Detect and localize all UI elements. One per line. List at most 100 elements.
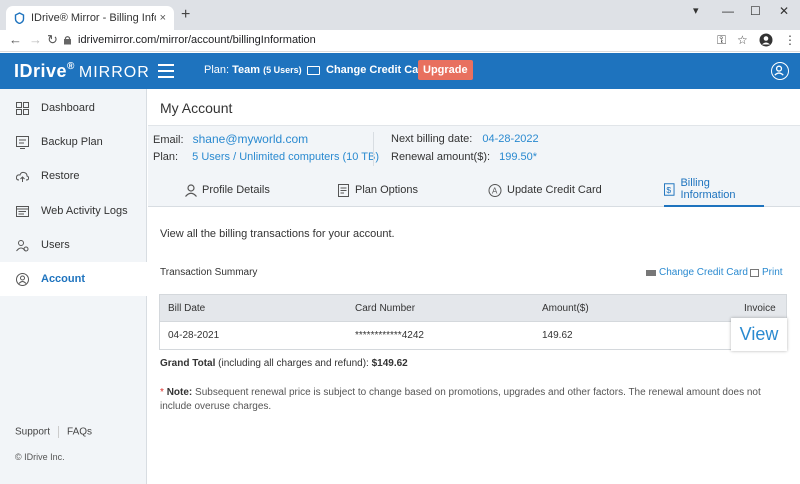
sidebar-item-users[interactable]: Users <box>0 228 147 262</box>
browser-address-bar: ← → ↻ idrivemirror.com/mirror/account/bi… <box>0 30 800 52</box>
print-link-label: Print <box>762 267 783 278</box>
grand-total-note: (including all charges and refund): <box>215 358 372 369</box>
logo-registered: ® <box>67 61 75 72</box>
header-plan-value: Team <box>232 64 261 76</box>
logo-text: IDrive <box>14 61 68 81</box>
svg-text:$: $ <box>666 184 671 194</box>
credit-card-icon <box>646 269 656 276</box>
sidebar-item-label: Users <box>41 239 70 251</box>
window-minimize-icon[interactable]: — <box>722 4 734 18</box>
dashboard-icon <box>16 101 29 115</box>
plan-options-icon <box>338 183 349 197</box>
change-credit-card-link[interactable]: Change Credit Card <box>646 267 748 278</box>
tab-plan-options[interactable]: Plan Options <box>338 173 418 207</box>
header-plan-label: Plan: <box>204 64 230 76</box>
grand-total-label: Grand Total <box>160 358 216 369</box>
tab-label: Plan Options <box>355 184 418 196</box>
sidebar-item-backup-plan[interactable]: Backup Plan <box>0 125 147 159</box>
page-title: My Account <box>160 100 233 116</box>
copyright: © IDrive Inc. <box>15 452 65 462</box>
grand-total: Grand Total (including all charges and r… <box>160 358 408 369</box>
tab-label: Update Credit Card <box>507 184 602 196</box>
header-card-number: Card Number <box>355 303 416 314</box>
sidebar-item-account[interactable]: Account <box>0 262 147 296</box>
url-input[interactable]: idrivemirror.com/mirror/account/billingI… <box>78 34 316 46</box>
main-content: My Account Email: shane@myworld.com Plan… <box>148 89 800 484</box>
support-link[interactable]: Support <box>15 427 50 438</box>
sidebar-item-dashboard[interactable]: Dashboard <box>0 91 147 125</box>
lock-icon <box>64 36 71 45</box>
sidebar-item-label: Dashboard <box>41 102 95 114</box>
browser-tab-title: IDrive® Mirror - Billing Information <box>31 12 156 24</box>
amount-cell: 149.62 <box>542 330 573 341</box>
faqs-link[interactable]: FAQs <box>67 427 92 438</box>
update-credit-card-icon: A <box>488 183 502 197</box>
header-bill-date: Bill Date <box>168 303 206 314</box>
hamburger-menu-icon[interactable] <box>158 64 174 78</box>
users-icon <box>16 239 29 251</box>
upgrade-button[interactable]: Upgrade <box>418 60 473 80</box>
sidebar-item-label: Restore <box>41 170 80 182</box>
renewal-value: 199.50* <box>499 151 538 163</box>
sidebar-item-label: Backup Plan <box>41 136 103 148</box>
backup-plan-icon <box>16 135 29 149</box>
grand-total-value: $149.62 <box>371 358 408 369</box>
window-close-icon[interactable]: ✕ <box>779 4 789 18</box>
web-activity-logs-icon <box>16 205 29 217</box>
email-value[interactable]: shane@myworld.com <box>193 132 309 146</box>
tab-label: Billing Information <box>680 177 736 201</box>
note-star: * <box>160 387 164 398</box>
tab-profile-details[interactable]: Profile Details <box>185 173 270 207</box>
intro-text: View all the billing transactions for yo… <box>160 228 395 240</box>
window-maximize-icon[interactable]: ☐ <box>750 4 761 18</box>
tab-update-credit-card[interactable]: A Update Credit Card <box>488 173 602 207</box>
table-row: 04-28-2021 ************4242 149.62 <box>159 322 787 350</box>
header-change-credit-card-button[interactable]: Change Credit Card <box>307 64 429 76</box>
logo-subtext: MIRROR <box>78 64 150 81</box>
print-link[interactable]: Print <box>750 267 783 278</box>
print-icon <box>750 268 759 277</box>
account-tabs: Profile Details Plan Options A Update Cr… <box>148 173 800 207</box>
sidebar-item-label: Account <box>41 273 85 285</box>
card-number-cell: ************4242 <box>355 330 424 341</box>
plan-value[interactable]: 5 Users / Unlimited computers (10 TB) <box>192 151 379 163</box>
header-change-credit-card-label: Change Credit Card <box>326 64 430 76</box>
account-icon <box>16 272 29 286</box>
renewal-row: Renewal amount($): 199.50* <box>391 151 537 163</box>
forward-icon[interactable]: → <box>29 32 42 47</box>
idrive-mirror-logo[interactable]: IDrive® MIRROR <box>14 61 150 82</box>
email-row: Email: shane@myworld.com <box>153 132 308 146</box>
new-tab-icon[interactable]: + <box>181 6 190 24</box>
password-key-icon[interactable]: ⚿ <box>717 33 726 48</box>
back-icon[interactable]: ← <box>9 32 22 47</box>
info-divider <box>373 132 374 166</box>
tab-close-icon[interactable]: × <box>160 12 166 24</box>
profile-icon <box>185 183 197 197</box>
sidebar-item-restore[interactable]: Restore <box>0 159 147 193</box>
bill-date-cell: 04-28-2021 <box>168 330 220 341</box>
browser-tab[interactable]: IDrive® Mirror - Billing Information × <box>6 6 174 30</box>
tab-search-dropdown-icon[interactable]: ▾ <box>693 4 699 17</box>
user-avatar-icon[interactable] <box>771 62 789 80</box>
next-billing-row: Next billing date: 04-28-2022 <box>391 133 539 145</box>
svg-text:A: A <box>492 186 498 195</box>
sidebar: Dashboard Backup Plan Restore Web Activi… <box>0 89 147 484</box>
bookmark-star-icon[interactable]: ☆ <box>737 33 748 47</box>
plan-row: Plan: 5 Users / Unlimited computers (10 … <box>153 151 379 163</box>
sidebar-item-web-activity-logs[interactable]: Web Activity Logs <box>0 194 147 228</box>
note-text: Subsequent renewal price is subject to c… <box>160 387 761 412</box>
profile-avatar-icon[interactable] <box>759 33 773 47</box>
header-plan: Plan: Team (5 Users) <box>204 64 302 76</box>
account-info-bar: Email: shane@myworld.com Plan: 5 Users /… <box>148 125 800 173</box>
restore-icon <box>16 171 29 182</box>
header-plan-users: (5 Users) <box>263 65 302 75</box>
view-invoice-button[interactable]: View <box>731 318 787 351</box>
reload-icon[interactable]: ↻ <box>47 32 58 48</box>
browser-tab-bar: IDrive® Mirror - Billing Information × +… <box>0 0 800 30</box>
billing-information-icon: $ <box>664 182 675 196</box>
next-billing-label: Next billing date: <box>391 133 473 145</box>
transaction-summary-title: Transaction Summary <box>160 267 258 278</box>
browser-menu-icon[interactable]: ⋮ <box>784 33 796 47</box>
tab-billing-information[interactable]: $ Billing Information <box>664 173 764 207</box>
transactions-table-header: Bill Date Card Number Amount($) Invoice <box>159 294 787 322</box>
